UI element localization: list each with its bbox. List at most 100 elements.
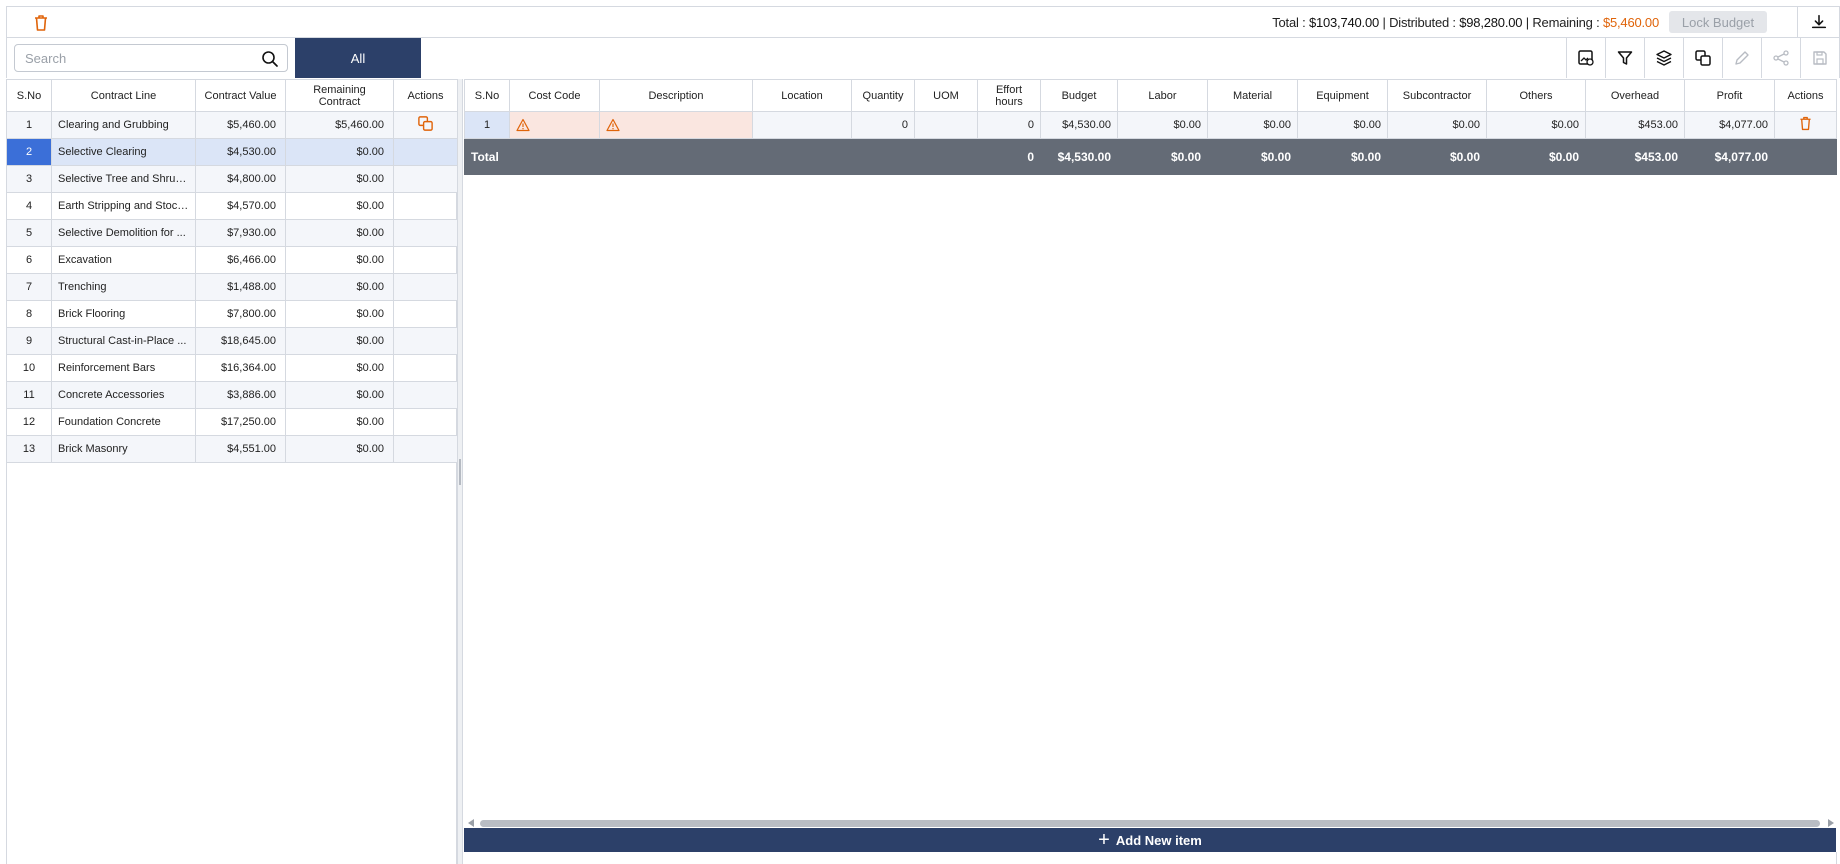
contract-line-cell: Structural Cast-in-Place ... [51,327,196,355]
overhead-cell[interactable]: $453.00 [1585,111,1685,139]
lock-budget-button[interactable]: Lock Budget [1669,11,1767,33]
contract-line-cell: Selective Clearing [51,138,196,166]
contract-line-cell: Brick Flooring [51,300,196,328]
copy-button[interactable] [1683,38,1722,78]
column-header[interactable]: Remaining Contract [285,79,394,112]
total-effort: 0 [977,138,1041,175]
contract-value-cell: $17,250.00 [195,408,286,436]
sno-cell: 12 [6,408,52,436]
column-header[interactable]: Labor [1117,79,1208,112]
panel-splitter[interactable] [457,79,463,864]
uom-cell[interactable] [914,111,978,139]
trash-icon[interactable] [1797,115,1814,135]
copy-icon[interactable] [417,115,434,135]
column-header[interactable]: Profit [1684,79,1775,112]
column-header[interactable]: UOM [914,79,978,112]
column-header[interactable]: Actions [1774,79,1837,112]
remaining-contract-cell: $0.00 [285,327,394,355]
search-input[interactable] [15,45,245,71]
column-header[interactable]: S.No [464,79,510,112]
cost-code-cell[interactable] [509,111,600,139]
remaining-contract-cell: $0.00 [285,273,394,301]
contract-line-cell: Clearing and Grubbing [51,111,196,139]
column-header[interactable]: Overhead [1585,79,1685,112]
warning-icon [606,118,620,132]
remaining-contract-cell: $0.00 [285,219,394,247]
table-header-row: S.No Cost Code Description Location Quan… [464,79,1837,112]
table-row[interactable]: 1 0 0 $4,530.00 $0.00 $0.00 $0.00 $0.00 … [464,111,1837,139]
table-row[interactable]: 5 Selective Demolition for ... $7,930.00… [6,219,458,247]
column-header[interactable]: Quantity [851,79,915,112]
column-header[interactable]: Material [1207,79,1298,112]
contract-line-cell: Foundation Concrete [51,408,196,436]
table-row[interactable]: 2 Selective Clearing $4,530.00 $0.00 [6,138,458,166]
sno-cell: 1 [6,111,52,139]
sno-cell: 1 [464,111,510,139]
equipment-cell[interactable]: $0.00 [1297,111,1388,139]
image-settings-icon [1578,50,1594,66]
table-row[interactable]: 3 Selective Tree and Shrub ... $4,800.00… [6,165,458,193]
profit-cell[interactable]: $4,077.00 [1684,111,1775,139]
save-button[interactable] [1800,38,1839,78]
table-row[interactable]: 9 Structural Cast-in-Place ... $18,645.0… [6,327,458,355]
effort-hours-cell[interactable]: 0 [977,111,1041,139]
horizontal-scrollbar[interactable] [466,818,1836,828]
total-value: $103,740.00 [1308,15,1380,30]
material-cell[interactable]: $0.00 [1207,111,1298,139]
image-settings-button[interactable] [1566,38,1605,78]
search-icon[interactable] [261,50,279,68]
column-header[interactable]: Subcontractor [1387,79,1487,112]
table-row[interactable]: 7 Trenching $1,488.00 $0.00 [6,273,458,301]
contract-value-cell: $3,886.00 [195,381,286,409]
table-row[interactable]: 13 Brick Masonry $4,551.00 $0.00 [6,435,458,463]
column-header[interactable]: Effort hours [977,79,1041,112]
contract-value-cell: $16,364.00 [195,354,286,382]
sno-cell: 9 [6,327,52,355]
plus-icon: + [1098,829,1110,851]
scroll-left-icon[interactable] [468,819,474,827]
quantity-cell[interactable]: 0 [851,111,915,139]
column-header[interactable]: Contract Line [51,79,196,112]
description-cell[interactable] [599,111,753,139]
table-row[interactable]: 8 Brick Flooring $7,800.00 $0.00 [6,300,458,328]
splitter-grip[interactable] [459,459,461,485]
contract-line-cell: Concrete Accessories [51,381,196,409]
column-header[interactable]: Budget [1040,79,1118,112]
contract-line-cell: Trenching [51,273,196,301]
scrollbar-thumb[interactable] [480,820,1820,827]
column-header[interactable]: Actions [393,79,458,112]
table-row[interactable]: 10 Reinforcement Bars $16,364.00 $0.00 [6,354,458,382]
download-button[interactable] [1797,7,1839,37]
column-header[interactable]: Location [752,79,852,112]
table-row[interactable]: 6 Excavation $6,466.00 $0.00 [6,246,458,274]
labor-cell[interactable]: $0.00 [1117,111,1208,139]
trash-icon[interactable] [31,13,51,33]
column-header[interactable]: Description [599,79,753,112]
actions-cell [393,273,458,301]
tab-all[interactable]: All [295,38,421,78]
subcontractor-cell[interactable]: $0.00 [1387,111,1487,139]
column-header[interactable]: S.No [6,79,52,112]
location-cell[interactable] [752,111,852,139]
remaining-contract-cell: $0.00 [285,246,394,274]
contract-line-cell: Earth Stripping and Stock... [51,192,196,220]
column-header[interactable]: Equipment [1297,79,1388,112]
actions-cell [393,192,458,220]
layers-button[interactable] [1644,38,1683,78]
add-new-item-button[interactable]: + Add New item [464,828,1836,852]
share-button[interactable] [1761,38,1800,78]
column-header[interactable]: Cost Code [509,79,600,112]
scroll-right-icon[interactable] [1828,819,1834,827]
sno-cell: 7 [6,273,52,301]
column-header[interactable]: Others [1486,79,1586,112]
edit-button[interactable] [1722,38,1761,78]
table-row[interactable]: 11 Concrete Accessories $3,886.00 $0.00 [6,381,458,409]
table-row[interactable]: 12 Foundation Concrete $17,250.00 $0.00 [6,408,458,436]
others-cell[interactable]: $0.00 [1486,111,1586,139]
add-new-item-label: Add New item [1115,832,1202,848]
table-row[interactable]: 4 Earth Stripping and Stock... $4,570.00… [6,192,458,220]
actions-cell [393,165,458,193]
table-row[interactable]: 1 Clearing and Grubbing $5,460.00 $5,460… [6,111,458,139]
column-header[interactable]: Contract Value [195,79,286,112]
filter-button[interactable] [1605,38,1644,78]
